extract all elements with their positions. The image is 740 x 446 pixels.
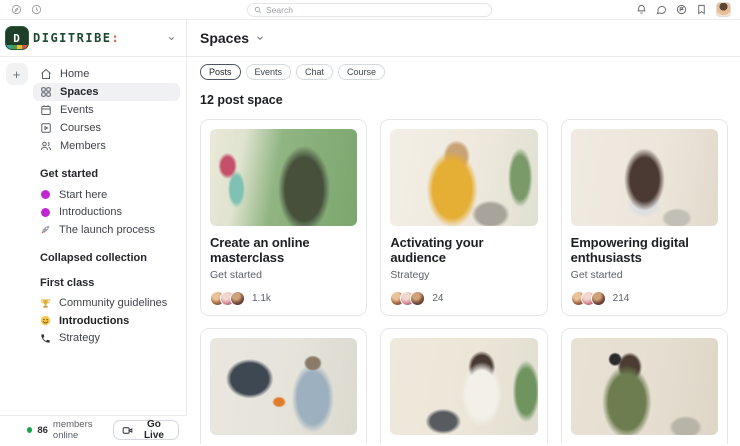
- space-cover-photo: [570, 129, 718, 226]
- sidebar-item-label: The launch process: [59, 223, 155, 236]
- sidebar-item-label: Community guidelines: [59, 297, 168, 310]
- sidebar-item-introductions[interactable]: Introductions: [33, 204, 180, 222]
- online-dot-icon: [27, 427, 33, 433]
- sidebar-item-label: Start here: [59, 188, 108, 201]
- sidebar-item-label: Spaces: [60, 86, 99, 98]
- sidebar-item-community-guidelines[interactable]: Community guidelines: [33, 295, 180, 313]
- search-icon: [254, 6, 262, 14]
- member-avatars: [210, 291, 245, 306]
- bookmarks-icon[interactable]: [696, 4, 707, 15]
- filter-chips: Posts Events Chat Course: [200, 64, 728, 80]
- sidebar-item-launch-process[interactable]: The launch process: [33, 221, 180, 239]
- sidebar-item-courses[interactable]: Courses: [33, 119, 180, 137]
- rocket-icon: [40, 224, 51, 235]
- chip-events[interactable]: Events: [245, 64, 292, 80]
- sidebar-item-label: Members: [60, 140, 106, 152]
- space-card[interactable]: Unveiling the Latest Trends Strategy 2k: [560, 328, 728, 444]
- page-title-chevron-down-icon[interactable]: [255, 33, 265, 43]
- messages-icon[interactable]: [656, 4, 667, 15]
- member-count: 214: [612, 293, 630, 304]
- community-logo[interactable]: D: [4, 26, 29, 50]
- section-title-first-class[interactable]: First class: [40, 277, 180, 289]
- online-count: 86: [37, 424, 48, 436]
- space-card[interactable]: Empowering digital enthusiasts Get start…: [560, 119, 728, 316]
- sidebar-item-members[interactable]: Members: [33, 137, 180, 155]
- sidebar: Home Spaces Events Courses Members Get s…: [33, 57, 186, 444]
- space-cover-photo: [570, 338, 718, 435]
- chip-course[interactable]: Course: [338, 64, 386, 80]
- courses-icon: [40, 122, 52, 134]
- home-icon: [40, 68, 52, 80]
- sidebar-item-strategy[interactable]: Strategy: [33, 330, 180, 348]
- sidebar-footer: 86 members online Go Live: [0, 415, 187, 444]
- events-icon: [40, 104, 52, 116]
- space-category: Get started: [210, 269, 262, 281]
- sidebar-item-spaces[interactable]: Spaces: [33, 83, 180, 101]
- sidebar-item-label: Introductions: [59, 314, 130, 327]
- space-cover-photo: [210, 129, 358, 226]
- member-count: 24: [432, 293, 444, 304]
- online-label: members online: [52, 419, 93, 441]
- community-logo-letter: D: [13, 31, 20, 45]
- trophy-icon: [40, 298, 51, 309]
- page-title: Spaces: [200, 30, 250, 46]
- sidebar-item-introductions-first-class[interactable]: Introductions: [33, 312, 180, 330]
- space-count-heading: 12 post space: [200, 93, 283, 107]
- smiley-icon: [40, 315, 51, 326]
- online-members: 86 members online: [27, 419, 113, 441]
- space-card[interactable]: Create an online masterclass Get started…: [200, 119, 368, 316]
- moderation-icon[interactable]: [676, 4, 687, 15]
- history-icon[interactable]: [31, 4, 42, 15]
- content: + Home Spaces Events Courses Members Get…: [0, 57, 740, 444]
- space-cover-photo: [210, 338, 358, 435]
- chip-chat[interactable]: Chat: [296, 64, 334, 80]
- member-avatars: [390, 291, 426, 306]
- space-card[interactable]: Activating your audience Strategy 24: [380, 119, 548, 316]
- member-avatars: [570, 291, 606, 306]
- user-avatar[interactable]: [716, 2, 731, 17]
- sidebar-item-label: Courses: [60, 122, 101, 134]
- video-camera-icon: [122, 425, 133, 436]
- logo-color-stripe: [5, 45, 28, 49]
- spaces-icon: [40, 86, 52, 98]
- space-title: Create an online masterclass: [210, 235, 310, 265]
- chip-posts[interactable]: Posts: [200, 64, 241, 80]
- space-cover-photo: [390, 129, 538, 226]
- purple-dot-icon: [40, 189, 51, 200]
- notifications-bell-icon[interactable]: [636, 4, 647, 15]
- space-title: Activating your audience: [390, 235, 484, 265]
- phone-icon: [40, 333, 51, 344]
- community-chevron-down-icon[interactable]: [167, 34, 176, 43]
- space-category: Strategy: [390, 269, 430, 281]
- sidebar-item-label: Events: [60, 104, 94, 116]
- space-title: Empowering digital enthusiasts: [570, 235, 689, 265]
- space-cards-grid: Create an online masterclass Get started…: [200, 119, 728, 444]
- main-panel: Posts Events Chat Course 12 post space C…: [186, 57, 740, 444]
- explore-icon[interactable]: [11, 4, 22, 15]
- topbar: [0, 0, 740, 20]
- search-bar[interactable]: [247, 3, 492, 17]
- sidebar-item-start-here[interactable]: Start here: [33, 186, 180, 204]
- go-live-button[interactable]: Go Live: [112, 419, 179, 441]
- community-name[interactable]: DIGITRIBE:: [33, 31, 119, 45]
- search-input[interactable]: [266, 5, 485, 15]
- member-count: 1.1k: [252, 293, 271, 304]
- space-card[interactable]: How to inspire collaboration Community g…: [200, 328, 368, 444]
- sidebar-item-label: Introductions: [59, 206, 122, 219]
- sidebar-item-label: Strategy: [59, 332, 100, 345]
- community-rail: +: [0, 57, 33, 444]
- space-card[interactable]: Amplifying your members voices Strategy …: [380, 328, 548, 444]
- sidebar-item-label: Home: [60, 68, 90, 80]
- space-category: Get started: [570, 269, 623, 281]
- sidebar-item-home[interactable]: Home: [33, 65, 180, 83]
- members-icon: [40, 140, 52, 152]
- section-title-collapsed-collection[interactable]: Collapsed collection: [40, 252, 180, 264]
- add-community-button[interactable]: +: [5, 63, 28, 85]
- space-cover-photo: [390, 338, 538, 435]
- sidebar-item-events[interactable]: Events: [33, 101, 180, 119]
- section-title-get-started[interactable]: Get started: [40, 168, 180, 180]
- purple-dot-icon: [40, 207, 51, 218]
- header-row: D DIGITRIBE: Spaces: [0, 20, 740, 57]
